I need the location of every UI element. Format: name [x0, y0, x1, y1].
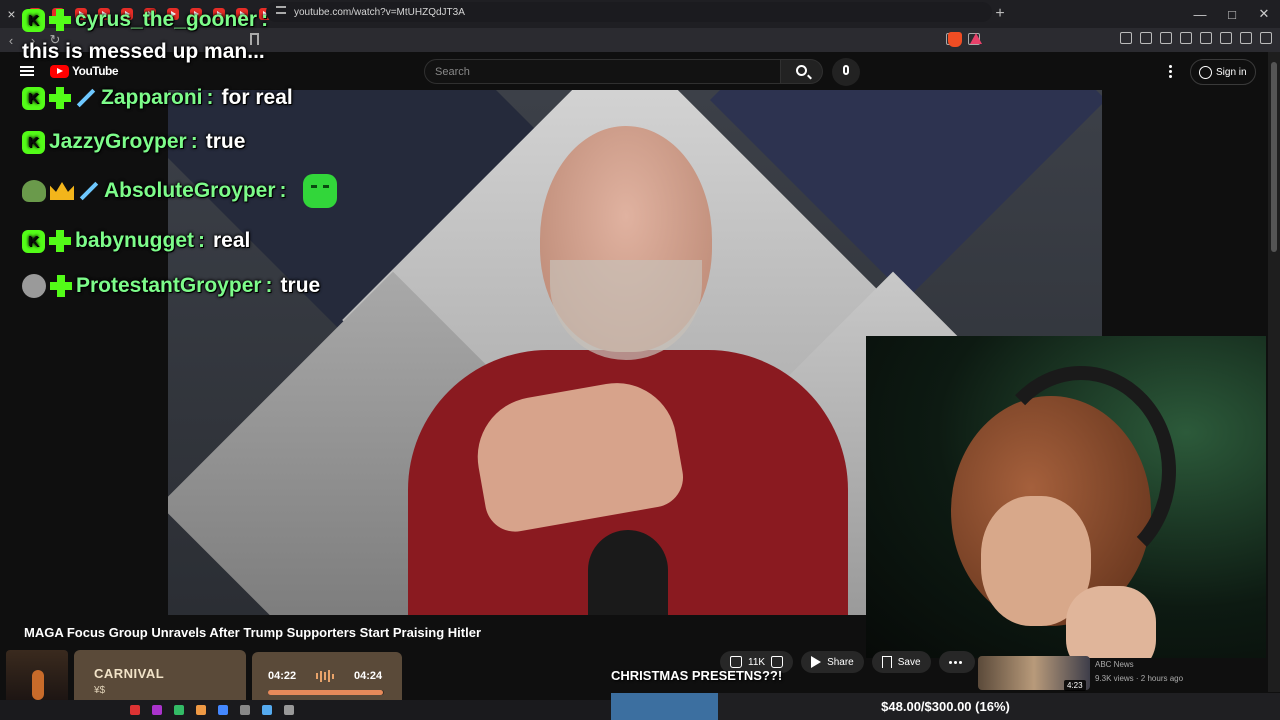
user-icon	[1199, 65, 1212, 79]
donation-goal-text: $48.00/$300.00 (16%)	[881, 699, 1010, 714]
stream-alert-text: CHRISTMAS PRESETNS??!	[611, 668, 783, 683]
like-count: 11K	[748, 656, 766, 668]
thumbs-down-icon[interactable]	[771, 656, 784, 668]
crown-icon	[50, 182, 74, 200]
song-title: CARNIVAL	[94, 666, 165, 681]
page-scrollbar[interactable]	[1268, 52, 1280, 692]
sub-icon	[49, 230, 71, 252]
chat-message: AbsoluteGroyper:	[22, 174, 337, 208]
chat-text: this is messed up man...	[22, 40, 265, 63]
song-progress-bar	[268, 690, 384, 695]
taskbar	[0, 700, 611, 720]
app-icon[interactable]	[152, 705, 162, 715]
avatar-icon	[22, 274, 46, 298]
streamer-webcam	[866, 336, 1266, 658]
sword-icon	[78, 180, 100, 202]
search-input[interactable]	[435, 65, 765, 78]
screen: × + — □ ✕ ‹ › ↻ youtube.com/watch?v=MtUHZ…	[0, 0, 1280, 720]
chat-overlay: K cyrus_the_gooner: this is messed up ma…	[0, 8, 420, 308]
search-button[interactable]	[781, 59, 823, 84]
share-icon	[811, 656, 822, 668]
chat-message: K JazzyGroyper: true	[22, 130, 245, 154]
sub-icon	[50, 275, 72, 297]
sword-icon	[75, 87, 97, 109]
window-controls: — □ ✕	[1184, 0, 1280, 28]
maximize-icon[interactable]: □	[1216, 0, 1248, 28]
chat-username: JazzyGroyper	[49, 130, 187, 153]
chat-username: Zapparoni	[101, 86, 203, 109]
scroll-thumb[interactable]	[1271, 62, 1277, 252]
app-icon[interactable]	[240, 705, 250, 715]
kick-icon: K	[22, 86, 45, 110]
close-icon[interactable]: ✕	[1248, 0, 1280, 28]
new-tab-icon[interactable]: +	[989, 5, 1011, 23]
chat-message: K Zapparoni: for real	[22, 86, 293, 110]
screenshot-icon[interactable]	[1140, 32, 1152, 44]
search-box	[424, 59, 781, 84]
app-icon[interactable]	[196, 705, 206, 715]
chat-message: ProtestantGroyper: true	[22, 274, 320, 298]
chat-text: real	[213, 229, 251, 252]
recommended-meta: 9.3K views · 2 hours ago	[1095, 674, 1184, 683]
brave-rewards-icon[interactable]	[970, 33, 982, 44]
kick-icon: K	[22, 130, 45, 154]
share-label: Share	[827, 656, 854, 668]
ellipsis-icon	[948, 660, 965, 664]
search-icon	[796, 65, 807, 76]
chat-text: true	[280, 274, 321, 297]
chat-username: AbsoluteGroyper	[104, 179, 276, 202]
sign-in-button[interactable]: Sign in	[1190, 59, 1256, 85]
sidebar-icon[interactable]	[1180, 32, 1192, 44]
microphone-icon	[843, 65, 849, 75]
extension-toolbar	[1120, 32, 1272, 44]
brave-shields-icon[interactable]	[948, 32, 962, 47]
chat-message: K cyrus_the_gooner: this is messed up ma…	[22, 8, 269, 63]
video-title: MAGA Focus Group Unravels After Trump Su…	[24, 625, 481, 640]
app-icon[interactable]	[284, 705, 294, 715]
donation-goal-bar: $48.00/$300.00 (16%)	[611, 693, 1280, 720]
headphones	[986, 366, 1176, 576]
sub-icon	[49, 87, 71, 109]
pepe-emote-icon	[302, 174, 337, 208]
media-icon[interactable]	[1160, 32, 1172, 44]
more-options-icon[interactable]	[1169, 65, 1173, 79]
chat-username: ProtestantGroyper	[76, 274, 262, 297]
chrome-icon[interactable]	[218, 705, 228, 715]
chat-text: true	[205, 130, 246, 153]
vpn-icon[interactable]	[1220, 32, 1232, 44]
waveform-icon	[316, 670, 334, 682]
song-artist: ¥$	[94, 685, 106, 696]
current-time: 04:22	[268, 670, 297, 682]
kick-icon: K	[22, 229, 45, 253]
app-icon[interactable]	[174, 705, 184, 715]
save-label: Save	[897, 656, 921, 668]
share-button[interactable]: Share	[801, 651, 864, 673]
kick-icon: K	[22, 8, 45, 32]
studio-microphone	[588, 530, 668, 615]
sign-in-label: Sign in	[1216, 66, 1247, 78]
save-button[interactable]: Save	[871, 651, 931, 673]
recommended-duration: 4:23	[1064, 680, 1086, 691]
chat-username: babynugget	[75, 229, 194, 252]
voice-search-button[interactable]	[832, 58, 860, 86]
total-time: 04:24	[354, 670, 383, 682]
chat-message: K babynugget: real	[22, 229, 250, 253]
recommended-channel[interactable]: ABC News	[1095, 660, 1134, 669]
wallet-icon[interactable]	[1200, 32, 1212, 44]
turtle-icon	[22, 180, 46, 202]
minimize-icon[interactable]: —	[1184, 0, 1216, 28]
thumbs-up-icon	[730, 656, 742, 668]
app-icon[interactable]	[262, 705, 272, 715]
download-icon[interactable]	[1240, 32, 1252, 44]
save-icon	[881, 656, 892, 668]
extensions-icon[interactable]	[1120, 32, 1132, 44]
sub-icon	[49, 9, 71, 31]
app-icon[interactable]	[130, 705, 140, 715]
menu-icon[interactable]	[1260, 32, 1272, 44]
chat-text: for real	[221, 86, 293, 109]
more-actions-button[interactable]	[938, 651, 975, 673]
chat-username: cyrus_the_gooner	[75, 8, 258, 31]
